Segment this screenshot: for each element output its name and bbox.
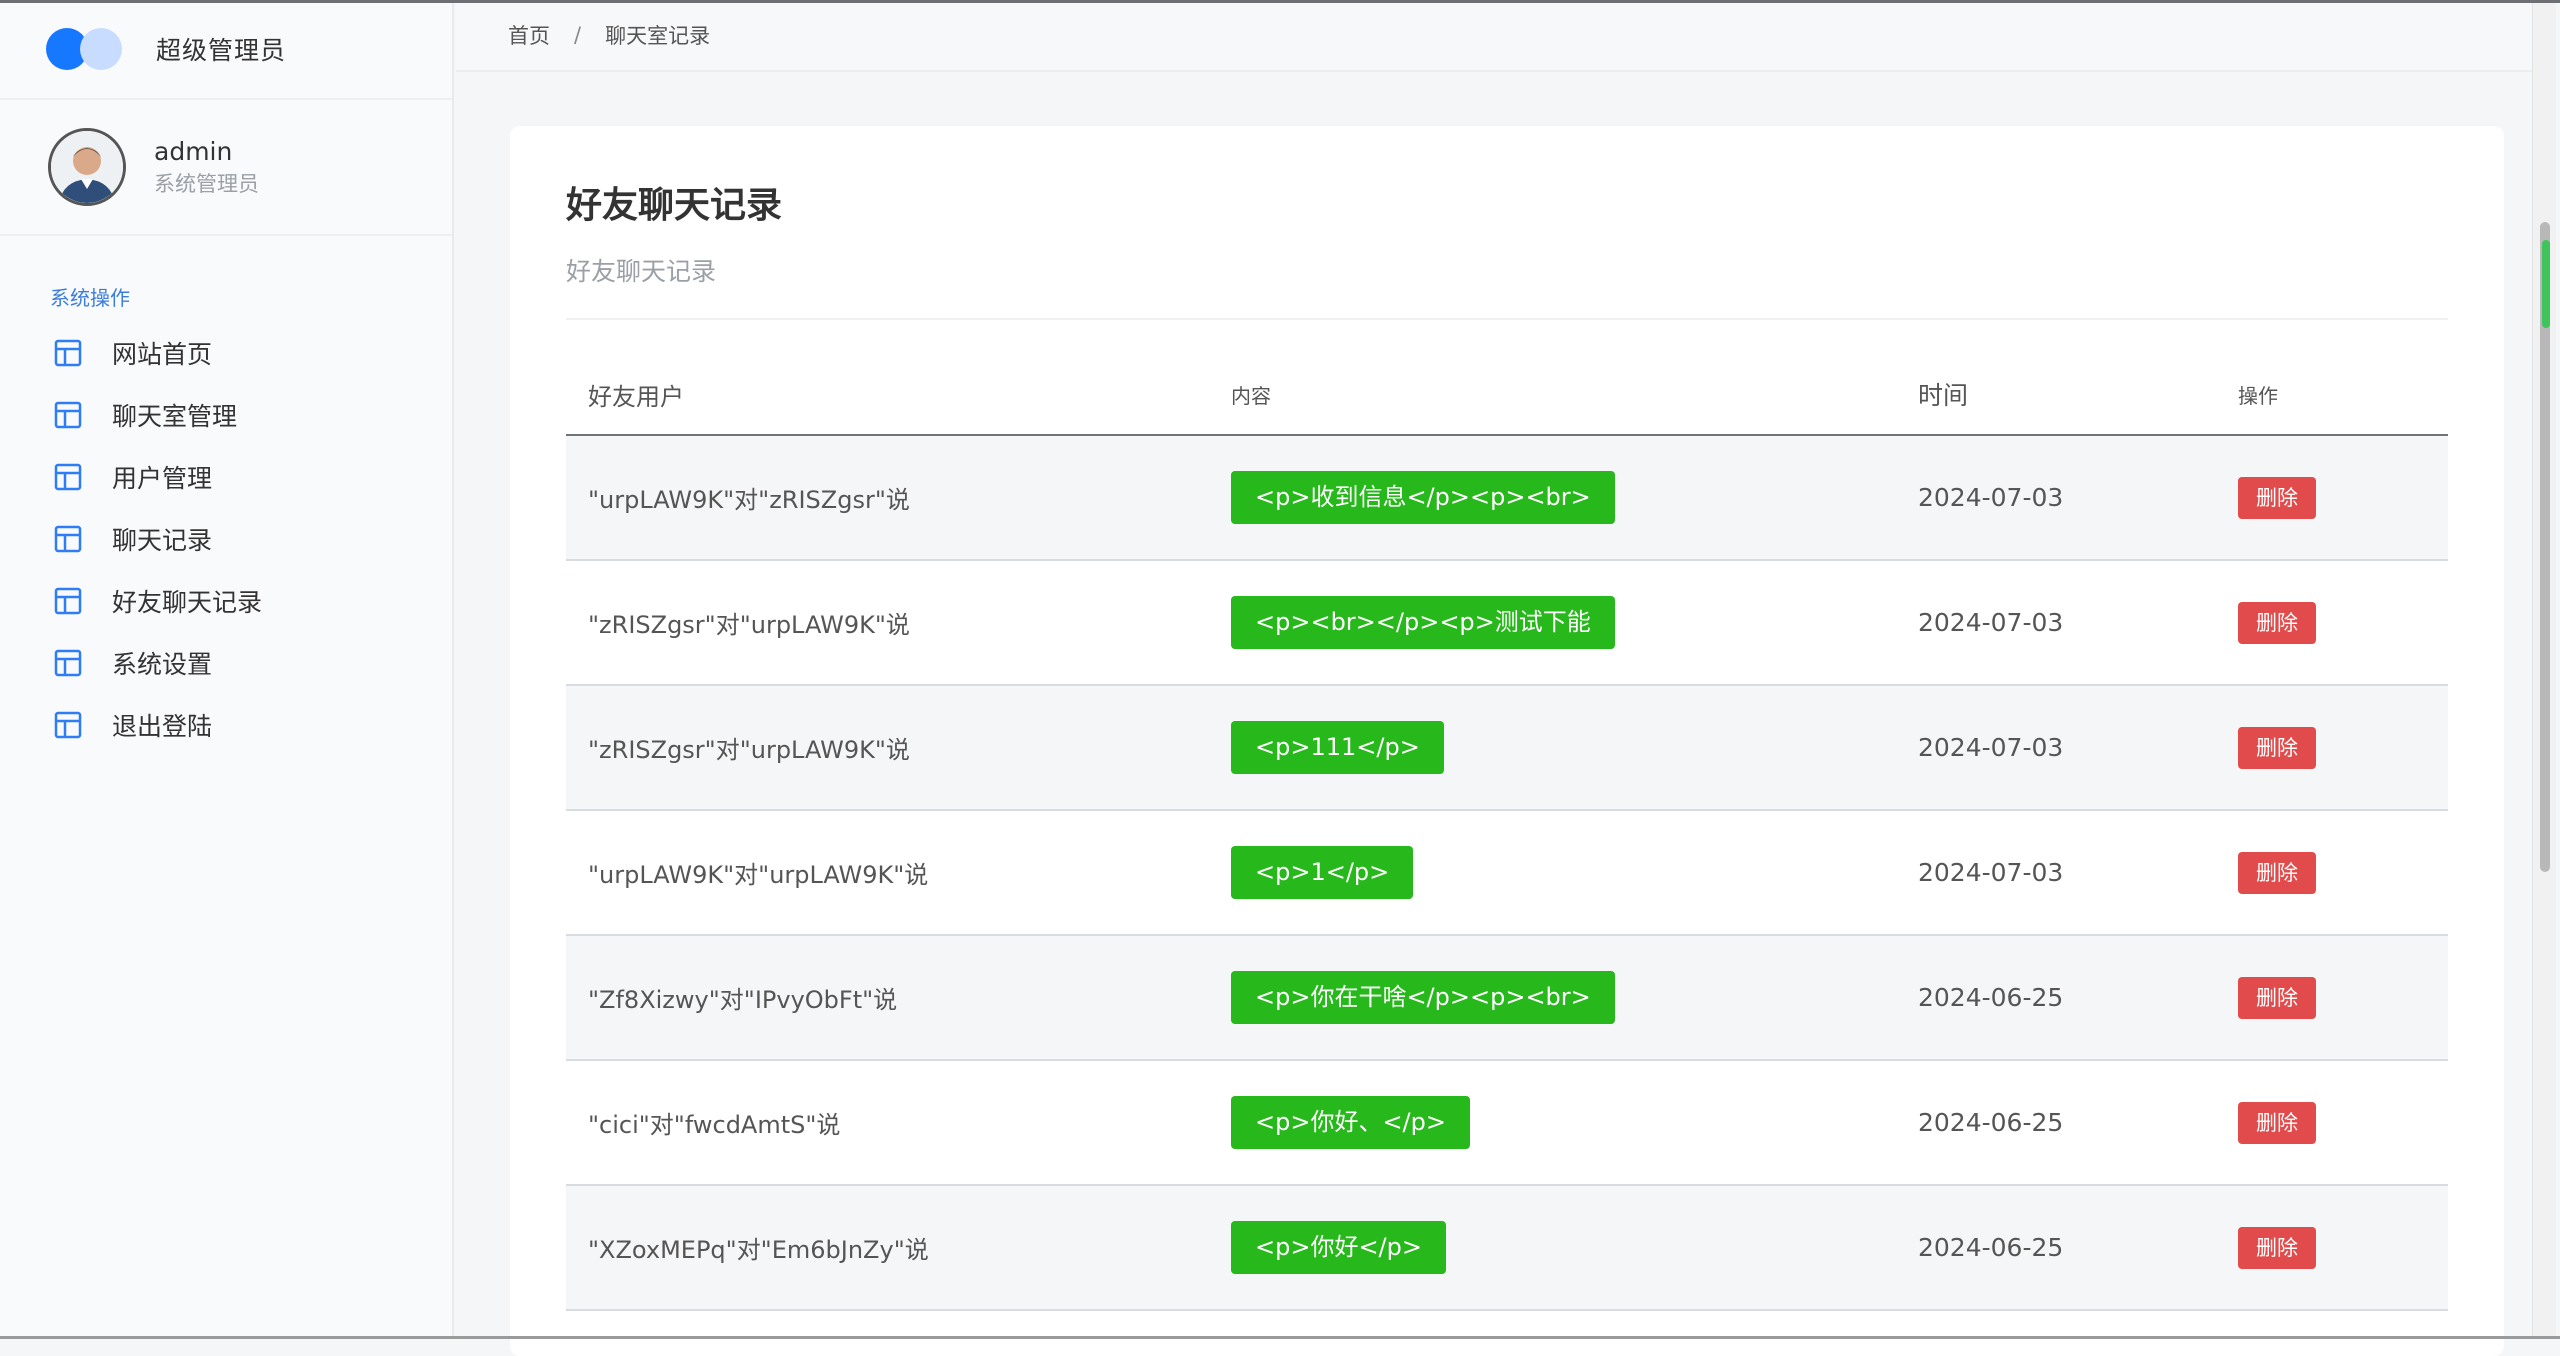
row-user-cell: "urpLAW9K"对"zRISZgsr"说 bbox=[566, 480, 1218, 515]
page-subtitle: 好友聊天记录 bbox=[566, 252, 716, 288]
delete-button[interactable]: 删除 bbox=[2238, 1102, 2316, 1144]
user-name: admin bbox=[154, 135, 259, 169]
sidebar-item-user-management[interactable]: 用户管理 bbox=[0, 446, 452, 508]
nav-menu: 网站首页 聊天室管理 用户管理 聊天记录 好友聊天记录 系统设置 退出登陆 bbox=[0, 322, 452, 756]
row-time-cell: 2024-07-03 bbox=[1918, 858, 2238, 887]
content-badge: <p>111</p> bbox=[1231, 721, 1444, 774]
delete-button[interactable]: 删除 bbox=[2238, 477, 2316, 519]
layout-icon bbox=[54, 339, 82, 367]
layout-icon bbox=[54, 401, 82, 429]
sidebar-item-logout[interactable]: 退出登陆 bbox=[0, 694, 452, 756]
layout-icon bbox=[54, 711, 82, 739]
sidebar-item-home[interactable]: 网站首页 bbox=[0, 322, 452, 384]
sidebar-item-system-settings[interactable]: 系统设置 bbox=[0, 632, 452, 694]
table-row: "XZoxMEPq"对"Em6bJnZy"说 <p>你好</p> 2024-06… bbox=[566, 1186, 2448, 1311]
content-badge: <p>你好、</p> bbox=[1231, 1096, 1470, 1149]
main-content: 首页 / 聊天室记录 好友聊天记录 好友聊天记录 好友用户 内容 时间 操作 "… bbox=[456, 0, 2536, 1339]
sidebar-item-label: 聊天室管理 bbox=[112, 397, 237, 433]
table-row: "zRISZgsr"对"urpLAW9K"说 <p><br></p><p>测试下… bbox=[566, 561, 2448, 686]
delete-button[interactable]: 删除 bbox=[2238, 602, 2316, 644]
sidebar-item-label: 退出登陆 bbox=[112, 707, 212, 743]
brand-logo-icon bbox=[46, 26, 128, 72]
row-user-cell: "zRISZgsr"对"urpLAW9K"说 bbox=[566, 730, 1218, 765]
row-user-cell: "urpLAW9K"对"urpLAW9K"说 bbox=[566, 855, 1218, 890]
sidebar-item-label: 聊天记录 bbox=[112, 521, 212, 557]
layout-icon bbox=[54, 649, 82, 677]
breadcrumb-current: 聊天室记录 bbox=[605, 20, 710, 50]
table-row: "urpLAW9K"对"zRISZgsr"说 <p>收到信息</p><p><br… bbox=[566, 436, 2448, 561]
content-badge: <p>1</p> bbox=[1231, 846, 1413, 899]
table-row: "urpLAW9K"对"urpLAW9K"说 <p>1</p> 2024-07-… bbox=[566, 811, 2448, 936]
table-row: "cici"对"fwcdAmtS"说 <p>你好、</p> 2024-06-25… bbox=[566, 1061, 2448, 1186]
brand-header: 超级管理员 bbox=[0, 0, 452, 100]
sidebar-item-label: 网站首页 bbox=[112, 335, 212, 371]
row-user-cell: "cici"对"fwcdAmtS"说 bbox=[566, 1105, 1218, 1140]
sidebar-item-chatroom-management[interactable]: 聊天室管理 bbox=[0, 384, 452, 446]
divider bbox=[566, 318, 2448, 320]
sidebar-item-label: 用户管理 bbox=[112, 459, 212, 495]
column-header-user: 好友用户 bbox=[566, 377, 1218, 412]
row-time-cell: 2024-07-03 bbox=[1918, 483, 2238, 512]
column-header-operation: 操作 bbox=[2238, 380, 2448, 409]
table-body: "urpLAW9K"对"zRISZgsr"说 <p>收到信息</p><p><br… bbox=[566, 436, 2448, 1311]
logo-circle-secondary bbox=[80, 28, 122, 70]
avatar[interactable] bbox=[48, 128, 126, 206]
delete-button[interactable]: 删除 bbox=[2238, 1227, 2316, 1269]
records-table: 好友用户 内容 时间 操作 "urpLAW9K"对"zRISZgsr"说 <p>… bbox=[566, 354, 2448, 1311]
scrollbar-accent-indicator bbox=[2542, 240, 2550, 328]
breadcrumb-home-link[interactable]: 首页 bbox=[508, 20, 550, 50]
row-time-cell: 2024-07-03 bbox=[1918, 608, 2238, 637]
row-user-cell: "XZoxMEPq"对"Em6bJnZy"说 bbox=[566, 1230, 1218, 1265]
content-badge: <p>收到信息</p><p><br> bbox=[1231, 471, 1615, 524]
content-badge: <p><br></p><p>测试下能 bbox=[1231, 596, 1615, 649]
layout-icon bbox=[54, 525, 82, 553]
table-row: "Zf8Xizwy"对"IPvyObFt"说 <p>你在干啥</p><p><br… bbox=[566, 936, 2448, 1061]
row-time-cell: 2024-06-25 bbox=[1918, 983, 2238, 1012]
table-row: "zRISZgsr"对"urpLAW9K"说 <p>111</p> 2024-0… bbox=[566, 686, 2448, 811]
breadcrumb-separator: / bbox=[574, 23, 581, 47]
layout-icon bbox=[54, 587, 82, 615]
row-time-cell: 2024-07-03 bbox=[1918, 733, 2238, 762]
row-user-cell: "Zf8Xizwy"对"IPvyObFt"说 bbox=[566, 980, 1218, 1015]
brand-title: 超级管理员 bbox=[156, 31, 286, 67]
delete-button[interactable]: 删除 bbox=[2238, 852, 2316, 894]
table-header: 好友用户 内容 时间 操作 bbox=[566, 354, 2448, 436]
user-role: 系统管理员 bbox=[154, 169, 259, 199]
row-time-cell: 2024-06-25 bbox=[1918, 1108, 2238, 1137]
records-card: 好友聊天记录 好友聊天记录 好友用户 内容 时间 操作 "urpLAW9K"对"… bbox=[510, 126, 2504, 1356]
delete-button[interactable]: 删除 bbox=[2238, 977, 2316, 1019]
sidebar: 超级管理员 admin 系统管理员 系统操作 网站首页 聊天室管理 bbox=[0, 0, 454, 1339]
column-header-content: 内容 bbox=[1218, 380, 1918, 409]
layout-icon bbox=[54, 463, 82, 491]
window-top-border bbox=[0, 0, 2560, 3]
breadcrumb: 首页 / 聊天室记录 bbox=[456, 0, 2536, 72]
sidebar-item-chat-records[interactable]: 聊天记录 bbox=[0, 508, 452, 570]
sidebar-item-label: 系统设置 bbox=[112, 645, 212, 681]
sidebar-item-friend-chat-records[interactable]: 好友聊天记录 bbox=[0, 570, 452, 632]
user-profile: admin 系统管理员 bbox=[0, 100, 452, 236]
row-time-cell: 2024-06-25 bbox=[1918, 1233, 2238, 1262]
avatar-person-icon bbox=[51, 131, 123, 203]
sidebar-item-label: 好友聊天记录 bbox=[112, 583, 262, 619]
delete-button[interactable]: 删除 bbox=[2238, 727, 2316, 769]
content-badge: <p>你在干啥</p><p><br> bbox=[1231, 971, 1615, 1024]
row-user-cell: "zRISZgsr"对"urpLAW9K"说 bbox=[566, 605, 1218, 640]
column-header-time: 时间 bbox=[1918, 376, 2238, 412]
page-title: 好友聊天记录 bbox=[566, 176, 782, 228]
content-badge: <p>你好</p> bbox=[1231, 1221, 1446, 1274]
nav-section-title: 系统操作 bbox=[0, 282, 452, 312]
